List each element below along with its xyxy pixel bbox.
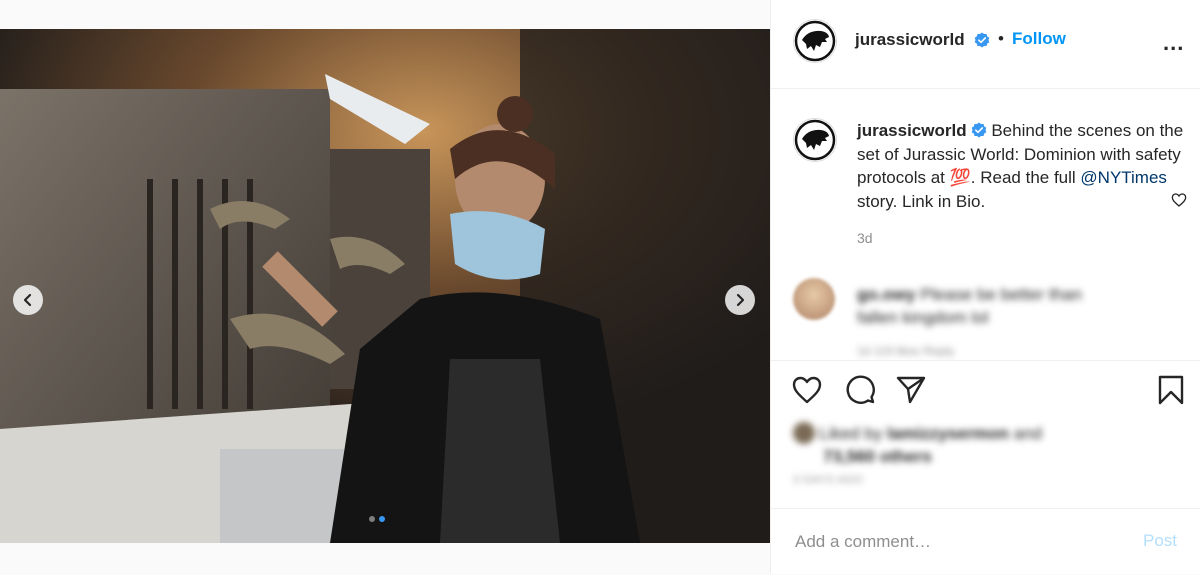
likes-user[interactable]: lamizzysermon [887, 424, 1009, 443]
comment-meta: 1d 119 likes Reply [857, 344, 955, 358]
carousel-dot [369, 516, 375, 522]
chevron-left-icon [23, 293, 32, 307]
likes-prefix: Liked by [819, 424, 888, 443]
header-username[interactable]: jurassicworld [855, 30, 965, 50]
likes-summary[interactable]: Liked by lamizzysermon and 73,560 others [793, 422, 1042, 468]
carousel-indicator [369, 516, 385, 522]
likes-others[interactable]: 73,560 others [823, 447, 932, 466]
comment-bubble-icon[interactable] [844, 374, 876, 406]
save-bookmark-icon[interactable] [1155, 374, 1187, 406]
avatar[interactable] [793, 19, 837, 63]
post-caption-area: jurassicworld Behind the scenes on the s… [771, 88, 1200, 361]
post-comment-button[interactable]: Post [1143, 531, 1177, 551]
like-heart-icon[interactable] [791, 374, 823, 406]
commenter-avatar[interactable] [793, 278, 835, 320]
previous-slide-button[interactable] [13, 285, 43, 315]
comment-item: go.owy Please be better than fallen king… [771, 274, 1200, 358]
caption-body-middle: . Read the full [970, 168, 1081, 187]
comment-input[interactable] [793, 527, 1117, 557]
comment-username[interactable]: go.owy [857, 285, 916, 304]
comment-text: go.owy Please be better than fallen king… [857, 283, 1117, 329]
post-actions: Liked by lamizzysermon and 73,560 others… [771, 362, 1200, 502]
hundred-points-emoji: 💯 [949, 168, 971, 187]
carousel-dot-active [379, 516, 385, 522]
caption-username[interactable]: jurassicworld [857, 121, 967, 140]
caption-avatar[interactable] [793, 118, 837, 162]
likes-suffix: and [1008, 424, 1043, 443]
post-photo [0, 29, 770, 543]
add-comment-bar: Post [771, 508, 1200, 575]
caption-timestamp[interactable]: 3d [857, 230, 873, 246]
mention-link[interactable]: @NYTimes [1080, 168, 1167, 187]
more-options-button[interactable]: ... [1163, 30, 1184, 56]
jurassic-world-logo-icon [794, 119, 836, 161]
verified-badge-icon [971, 122, 986, 138]
comment-like-heart-icon[interactable] [1171, 192, 1187, 208]
liker-avatar [793, 422, 815, 444]
post-side-panel: jurassicworld • Follow ... jurassicworld… [770, 0, 1200, 574]
caption-body-end: story. Link in Bio. [857, 191, 986, 211]
post-media[interactable] [0, 29, 770, 543]
post-age: 3 DAYS AGO [793, 474, 864, 486]
follow-button[interactable]: Follow [1012, 29, 1066, 49]
header-separator: • [998, 29, 1004, 48]
verified-badge-icon [974, 32, 990, 48]
post-header: jurassicworld • Follow ... [771, 0, 1200, 89]
share-paper-plane-icon[interactable] [895, 374, 927, 406]
jurassic-world-logo-icon [794, 20, 836, 62]
next-slide-button[interactable] [725, 285, 755, 315]
chevron-right-icon [736, 293, 745, 307]
caption-text: jurassicworld Behind the scenes on the s… [857, 119, 1187, 213]
